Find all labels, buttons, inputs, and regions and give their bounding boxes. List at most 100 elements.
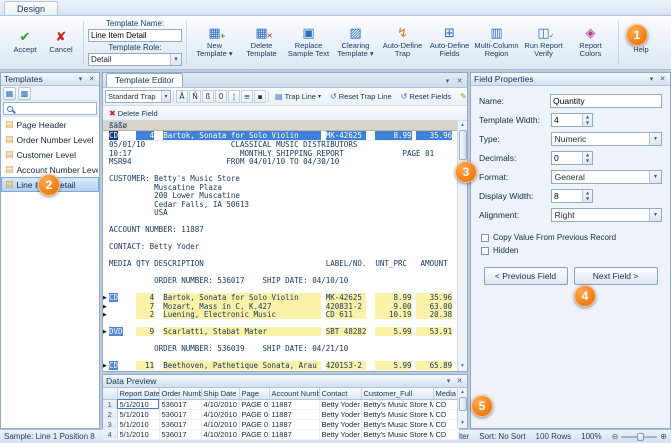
sample-field-highlight[interactable]: 8.99 bbox=[375, 131, 411, 140]
type-select[interactable]: Numeric ▾ bbox=[551, 132, 662, 146]
alignment-select[interactable]: Right ▾ bbox=[551, 208, 662, 222]
preview-cell[interactable]: 5/1/2010 bbox=[117, 409, 159, 419]
zoom-out-icon[interactable]: ⊖ bbox=[612, 432, 619, 441]
report-field-highlight[interactable]: MK-42625 bbox=[326, 293, 367, 302]
report-field-highlight[interactable]: 420153-2 bbox=[326, 361, 367, 370]
report-field-highlight[interactable]: 65.89 bbox=[416, 361, 452, 370]
chevron-down-icon[interactable]: ▾ bbox=[649, 133, 661, 145]
preview-cell[interactable]: 4/10/2010 bbox=[201, 419, 239, 429]
preview-cell[interactable]: Betty's Music Store Muscatine bbox=[361, 399, 433, 409]
template-name-input[interactable] bbox=[88, 29, 182, 42]
column-header-page[interactable]: Page bbox=[239, 388, 269, 399]
preview-cell[interactable]: 5/1/2010 bbox=[117, 419, 159, 429]
preview-cell[interactable]: 5/1/2010 bbox=[117, 429, 159, 439]
column-header-report-date[interactable]: Report Date bbox=[117, 388, 159, 399]
report-field-highlight[interactable]: 4 bbox=[136, 293, 154, 302]
column-header-customer-full[interactable]: Customer_Full bbox=[361, 388, 433, 399]
preview-cell[interactable]: PAGE 01 bbox=[239, 399, 269, 409]
preview-cell[interactable]: CD bbox=[433, 419, 458, 429]
reset-trap-line-button[interactable]: ↺ Reset Trap Line bbox=[326, 90, 396, 104]
column-header-contact[interactable]: Contact bbox=[319, 388, 361, 399]
templates-search-input[interactable] bbox=[16, 104, 93, 113]
scrollbar-thumb[interactable] bbox=[459, 130, 467, 160]
delete-template-small-icon[interactable]: ▩ bbox=[18, 87, 31, 100]
scroll-down-icon[interactable]: ▼ bbox=[460, 362, 465, 371]
trap-characters[interactable]: ßäßø bbox=[109, 121, 127, 130]
trap-char-button-3[interactable]: 0 bbox=[215, 90, 227, 103]
report-field-highlight[interactable]: Scarlatti, Stabat Mater bbox=[163, 327, 321, 336]
preview-cell[interactable]: PAGE 01 bbox=[239, 429, 269, 439]
preview-cell[interactable]: 4/10/2010 bbox=[201, 409, 239, 419]
sample-line-row[interactable]: CD 4 Bartok, Sonata for Solo Violin MK-4… bbox=[103, 131, 457, 141]
new-template-button[interactable]: ▦+NewTemplate ▾ bbox=[191, 19, 238, 67]
preview-cell[interactable]: 11887 bbox=[269, 399, 319, 409]
edit-field-button[interactable]: ✎ Edit Field bbox=[456, 90, 467, 104]
field-name-input[interactable] bbox=[550, 94, 662, 108]
sample-field-highlight[interactable]: CD bbox=[109, 131, 118, 140]
scroll-up-icon[interactable]: ▲ bbox=[460, 121, 465, 130]
delete-field-button[interactable]: ✖ Delete Field bbox=[105, 106, 162, 120]
panel-menu-icon[interactable]: ▾ bbox=[76, 75, 85, 83]
copy-value-checkbox[interactable] bbox=[481, 234, 489, 242]
spinner-arrows-icon[interactable]: ▲▼ bbox=[582, 114, 592, 126]
trap-type-select[interactable]: Standard Trap ▾ bbox=[105, 90, 171, 103]
sidebar-item-customer-level[interactable]: ▤Customer Level bbox=[1, 147, 99, 162]
zoom-slider-thumb[interactable] bbox=[637, 433, 644, 441]
sample-field-highlight[interactable]: MK-42625 bbox=[326, 131, 367, 140]
decimals-input[interactable] bbox=[552, 152, 582, 164]
next-field-button[interactable]: Next Field > bbox=[574, 267, 658, 285]
template-width-spinner[interactable]: ▲▼ bbox=[551, 113, 593, 127]
decimals-spinner[interactable]: ▲▼ bbox=[551, 151, 593, 165]
preview-cell[interactable]: CD bbox=[433, 399, 458, 409]
reset-fields-button[interactable]: ↺ Reset Fields bbox=[397, 90, 455, 104]
scroll-down-icon[interactable]: ▼ bbox=[460, 419, 465, 428]
row-number-cell[interactable]: 1 bbox=[103, 399, 117, 409]
report-field-highlight[interactable]: 10.19 bbox=[375, 310, 411, 319]
preview-cell[interactable]: 5/1/2010 bbox=[117, 399, 159, 409]
run-report-verify-button[interactable]: ◫✓Run ReportVerify bbox=[520, 19, 567, 67]
zoom-slider[interactable]: ⊖ ⊕ bbox=[612, 432, 667, 441]
scrollbar-thumb[interactable] bbox=[459, 397, 467, 411]
auto-define-trap-button[interactable]: ↯Auto-DefineTrap bbox=[379, 19, 426, 67]
multi-column-region-button[interactable]: ▥Multi-ColumnRegion bbox=[473, 19, 520, 67]
report-field-highlight[interactable]: 9 bbox=[136, 327, 154, 336]
delete-template-button[interactable]: ▦✕DeleteTemplate bbox=[238, 19, 285, 67]
preview-cell[interactable]: 536017 bbox=[159, 399, 201, 409]
preview-cell[interactable]: 11887 bbox=[269, 409, 319, 419]
preview-cell[interactable]: Betty's Music Store Muscatine bbox=[361, 419, 433, 429]
report-field-highlight[interactable]: 2 bbox=[136, 310, 154, 319]
display-width-spinner[interactable]: ▲▼ bbox=[551, 189, 593, 203]
preview-cell[interactable]: CD bbox=[433, 429, 458, 439]
report-field-highlight[interactable]: 35.96 bbox=[416, 293, 452, 302]
column-header-order-number[interactable]: Order Number bbox=[159, 388, 201, 399]
panel-menu-icon[interactable]: ▾ bbox=[647, 75, 656, 83]
tab-design[interactable]: Design bbox=[4, 1, 58, 15]
report-field-highlight[interactable]: 11 bbox=[136, 361, 154, 370]
column-header-media[interactable]: Media bbox=[433, 388, 458, 399]
trap-char-button-6[interactable]: ▪ bbox=[254, 90, 266, 103]
report-colors-button[interactable]: ◈ReportColors bbox=[567, 19, 614, 67]
preview-cell[interactable]: Betty Yoder bbox=[319, 419, 361, 429]
sample-field-highlight[interactable]: 4 bbox=[136, 131, 154, 140]
trap-line-row[interactable]: ßäßø bbox=[103, 121, 457, 131]
column-header-account-number[interactable]: Account Number bbox=[269, 388, 319, 399]
panel-close-icon[interactable]: ✕ bbox=[455, 377, 464, 385]
report-field-highlight[interactable]: CD bbox=[109, 361, 118, 370]
spinner-arrows-icon[interactable]: ▲▼ bbox=[582, 152, 592, 164]
row-number-cell[interactable]: 3 bbox=[103, 419, 117, 429]
preview-cell[interactable]: Betty Yoder bbox=[319, 409, 361, 419]
preview-cell[interactable]: 4/10/2010 bbox=[201, 429, 239, 439]
row-number-cell[interactable]: 4 bbox=[103, 429, 117, 439]
templates-search-box[interactable] bbox=[3, 102, 97, 115]
trap-line-button[interactable]: ▤ Trap Line ▾ bbox=[271, 90, 325, 104]
report-field-highlight[interactable]: SBT 48282 bbox=[326, 327, 367, 336]
display-width-input[interactable] bbox=[552, 190, 582, 202]
sample-field-highlight[interactable]: Bartok, Sonata for Solo Violin bbox=[163, 131, 321, 140]
report-field-highlight[interactable]: Beethoven, Pathetique Sonata, Arau bbox=[163, 361, 321, 370]
preview-cell[interactable]: Betty's Music Store Muscatine bbox=[361, 429, 433, 439]
auto-define-fields-button[interactable]: ⊞Auto-DefineFields bbox=[426, 19, 473, 67]
preview-cell[interactable]: 4/10/2010 bbox=[201, 399, 239, 409]
trap-char-button-0[interactable]: Ã bbox=[176, 90, 188, 103]
preview-cell[interactable]: PAGE 01 bbox=[239, 409, 269, 419]
report-field-highlight[interactable]: 5.99 bbox=[375, 361, 411, 370]
